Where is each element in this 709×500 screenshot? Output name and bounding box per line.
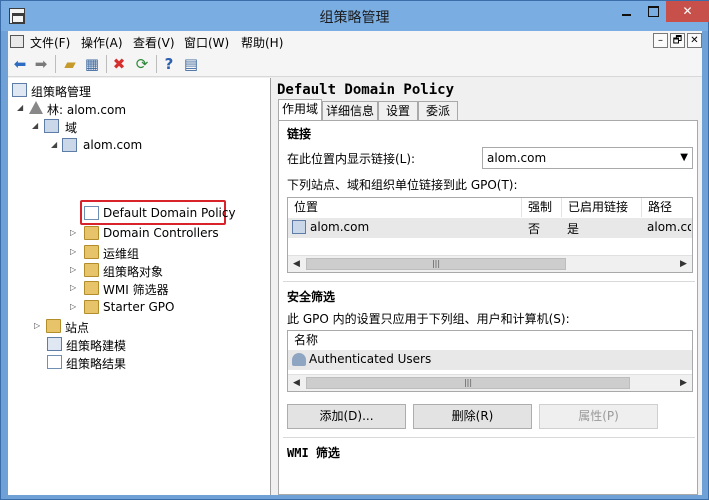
toolbar: ⬅ ➡ ▰ ▦ ✖ ⟳ ? ▤ — [8, 51, 702, 77]
client-area: 文件(F) 操作(A) 查看(V) 窗口(W) 帮助(H) – 🗗 ✕ ⬅ ➡ … — [8, 31, 702, 495]
forest-icon — [28, 101, 43, 115]
scope-panel: 链接 在此位置内显示链接(L): alom.com ▼ 下列站点、域和组织单位链… — [278, 120, 698, 495]
window-title: 组策略管理 — [319, 10, 390, 26]
domain-icon — [62, 138, 77, 152]
title-bar[interactable]: 组策略管理 ✕ — [1, 1, 709, 31]
col-path[interactable]: 路径 — [642, 198, 692, 217]
scroll-thumb[interactable]: ||| — [306, 258, 566, 270]
col-location[interactable]: 位置 — [288, 198, 522, 217]
users-group-icon — [292, 353, 306, 366]
col-link-enabled[interactable]: 已启用链接 — [562, 198, 642, 217]
sites-folder-icon — [46, 319, 61, 333]
links-horizontal-scrollbar[interactable]: ◀ ||| ▶ — [288, 255, 692, 272]
back-arrow-icon[interactable]: ⬅ — [10, 54, 30, 74]
wmi-folder-icon — [84, 281, 99, 295]
remove-button[interactable]: 删除(R) — [413, 404, 532, 429]
expand-arrow-icon[interactable]: ◢ — [17, 103, 27, 113]
ou-folder-icon — [84, 226, 99, 240]
wmi-filter-heading: WMI 筛选 — [287, 446, 340, 460]
menu-action[interactable]: 操作(A) — [81, 34, 123, 51]
tab-delegation[interactable]: 委派 — [418, 101, 458, 120]
refresh-icon[interactable]: ⟳ — [132, 54, 152, 74]
menu-file[interactable]: 文件(F) — [30, 34, 70, 51]
show-pane-icon[interactable]: ▦ — [82, 54, 102, 74]
scroll-right-icon[interactable]: ▶ — [675, 256, 692, 272]
security-filter-heading: 安全筛选 — [287, 290, 336, 304]
mdi-close-icon[interactable]: ✕ — [687, 33, 702, 48]
security-horizontal-scrollbar[interactable]: ◀ ||| ▶ — [288, 374, 692, 391]
forward-arrow-icon[interactable]: ➡ — [31, 54, 51, 74]
collapse-arrow-icon[interactable]: ▷ — [34, 321, 44, 331]
chevron-down-icon: ▼ — [680, 152, 688, 163]
collapse-arrow-icon[interactable]: ▷ — [70, 283, 80, 293]
location-combobox[interactable]: alom.com ▼ — [482, 147, 693, 169]
help-icon[interactable]: ? — [159, 54, 179, 74]
modeling-icon — [47, 337, 62, 351]
tab-settings[interactable]: 设置 — [378, 101, 418, 120]
expand-arrow-icon[interactable]: ◢ — [51, 140, 61, 150]
scroll-right-icon[interactable]: ▶ — [675, 375, 692, 391]
results-icon — [47, 355, 62, 369]
security-filter-label: 此 GPO 内的设置只应用于下列组、用户和计算机(S): — [287, 312, 570, 326]
links-list-label: 下列站点、域和组织单位链接到此 GPO(T): — [287, 178, 518, 192]
close-button[interactable]: ✕ — [666, 1, 709, 22]
location-label: 在此位置内显示链接(L): — [287, 152, 416, 166]
location-value: alom.com — [487, 151, 547, 165]
collapse-arrow-icon[interactable]: ▷ — [70, 265, 80, 275]
gpm-root-icon — [12, 83, 27, 97]
scroll-thumb[interactable]: ||| — [306, 377, 630, 389]
gpo-title: Default Domain Policy — [277, 82, 455, 98]
scroll-left-icon[interactable]: ◀ — [288, 375, 305, 391]
add-button[interactable]: 添加(D)... — [287, 404, 406, 429]
menu-bar: 文件(F) 操作(A) 查看(V) 窗口(W) 帮助(H) – 🗗 ✕ — [8, 31, 702, 51]
collapse-arrow-icon[interactable]: ▷ — [70, 228, 80, 238]
gpo-folder-icon — [84, 263, 99, 277]
gpo-link-icon — [84, 206, 99, 220]
properties-icon[interactable]: ▤ — [181, 54, 201, 74]
menu-window[interactable]: 窗口(W) — [184, 34, 229, 51]
section-divider — [283, 281, 695, 282]
menu-help[interactable]: 帮助(H) — [241, 34, 283, 51]
tab-scope[interactable]: 作用域 — [278, 99, 322, 121]
scroll-left-icon[interactable]: ◀ — [288, 256, 305, 272]
details-pane: Default Domain Policy 作用域 详细信息 设置 委派 链接 … — [274, 78, 702, 495]
menu-view[interactable]: 查看(V) — [133, 34, 175, 51]
links-list[interactable]: 位置 强制 已启用链接 路径 alom.com 否 是 alom.com ◀ |… — [287, 197, 693, 273]
ou-folder-icon — [84, 245, 99, 259]
folder-up-icon[interactable]: ▰ — [60, 54, 80, 74]
maximize-button[interactable] — [640, 1, 666, 22]
app-window: 组策略管理 ✕ 文件(F) 操作(A) 查看(V) 窗口(W) 帮助(H) – … — [0, 0, 709, 500]
mdi-restore-icon[interactable]: 🗗 — [670, 33, 685, 48]
security-filter-list[interactable]: 名称 Authenticated Users ◀ ||| ▶ — [287, 330, 693, 392]
domain-icon — [292, 220, 306, 234]
list-item[interactable]: Authenticated Users — [288, 350, 692, 370]
tab-details[interactable]: 详细信息 — [322, 101, 378, 120]
col-enforced[interactable]: 强制 — [522, 198, 562, 217]
collapse-arrow-icon[interactable]: ▷ — [70, 302, 80, 312]
domains-folder-icon — [44, 119, 59, 133]
table-row[interactable]: alom.com 否 是 alom.com — [288, 218, 692, 238]
properties-button[interactable]: 属性(P) — [539, 404, 658, 429]
expand-arrow-icon[interactable]: ◢ — [32, 121, 42, 131]
console-tree[interactable]: 组策略管理 ◢ 林: alom.com ◢ 域 ◢ alom.com Defau… — [8, 78, 271, 495]
minimize-button[interactable] — [613, 1, 640, 22]
col-name[interactable]: 名称 — [288, 331, 692, 350]
delete-icon[interactable]: ✖ — [109, 54, 129, 74]
links-heading: 链接 — [287, 127, 312, 141]
mdi-minimize-icon[interactable]: – — [653, 33, 668, 48]
section-divider — [283, 437, 695, 438]
starter-gpo-folder-icon — [84, 300, 99, 314]
collapse-arrow-icon[interactable]: ▷ — [70, 247, 80, 257]
